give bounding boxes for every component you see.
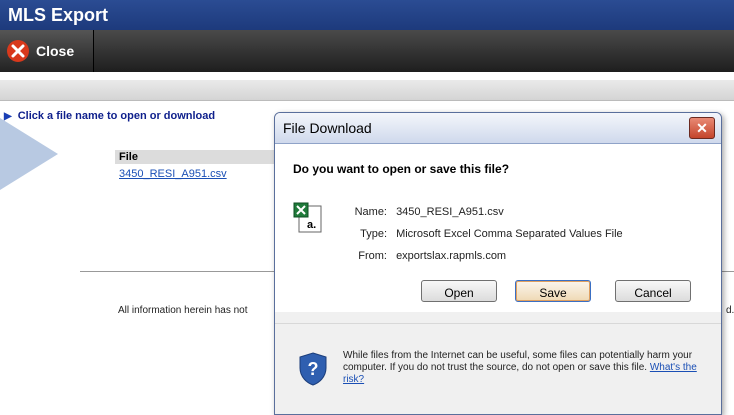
from-row: From: exportslax.rapmls.com: [329, 250, 506, 262]
type-row: Type: Microsoft Excel Comma Separated Va…: [329, 228, 623, 240]
open-button[interactable]: Open: [421, 280, 497, 302]
dialog-close-button[interactable]: ✕: [689, 117, 715, 139]
excel-file-icon: a.: [293, 202, 323, 234]
warning-section: ? While files from the Internet can be u…: [275, 323, 721, 414]
cancel-button[interactable]: Cancel: [615, 280, 691, 302]
close-icon: [6, 39, 30, 63]
warning-text: While files from the Internet can be use…: [343, 350, 703, 386]
type-label: Type:: [360, 228, 387, 240]
dialog-body: Do you want to open or save this file? a…: [275, 144, 721, 312]
secondary-bar: [0, 80, 734, 101]
app-title: MLS Export: [0, 0, 734, 30]
dialog-title: File Download: [283, 120, 372, 136]
svg-text:a.: a.: [307, 219, 316, 231]
type-value: Microsoft Excel Comma Separated Values F…: [396, 228, 623, 240]
from-value: exportslax.rapmls.com: [396, 250, 507, 262]
file-table: File 3450_RESI_A951.csv: [115, 150, 285, 184]
warning-message: While files from the Internet can be use…: [343, 350, 693, 373]
from-label: From:: [358, 250, 387, 262]
name-value: 3450_RESI_A951.csv: [396, 206, 504, 218]
disclaimer-text-end: d.: [726, 305, 734, 316]
close-button-label: Close: [36, 43, 75, 59]
save-button[interactable]: Save: [515, 280, 591, 302]
name-label: Name:: [354, 206, 387, 218]
toolbar: Close: [0, 30, 734, 72]
svg-text:?: ?: [308, 359, 319, 379]
security-shield-icon: ?: [299, 352, 327, 386]
disclaimer-text: All information herein has not: [118, 305, 248, 316]
file-download-dialog: File Download ✕ Do you want to open or s…: [274, 112, 722, 415]
close-button[interactable]: Close: [0, 30, 94, 72]
name-row: Name: 3450_RESI_A951.csv: [329, 206, 504, 218]
decorative-arrow-icon: [0, 118, 58, 190]
file-column-header: File: [115, 150, 285, 164]
dialog-question: Do you want to open or save this file?: [293, 162, 510, 176]
dialog-title-bar[interactable]: File Download ✕: [275, 113, 721, 144]
file-link[interactable]: 3450_RESI_A951.csv: [115, 164, 285, 184]
